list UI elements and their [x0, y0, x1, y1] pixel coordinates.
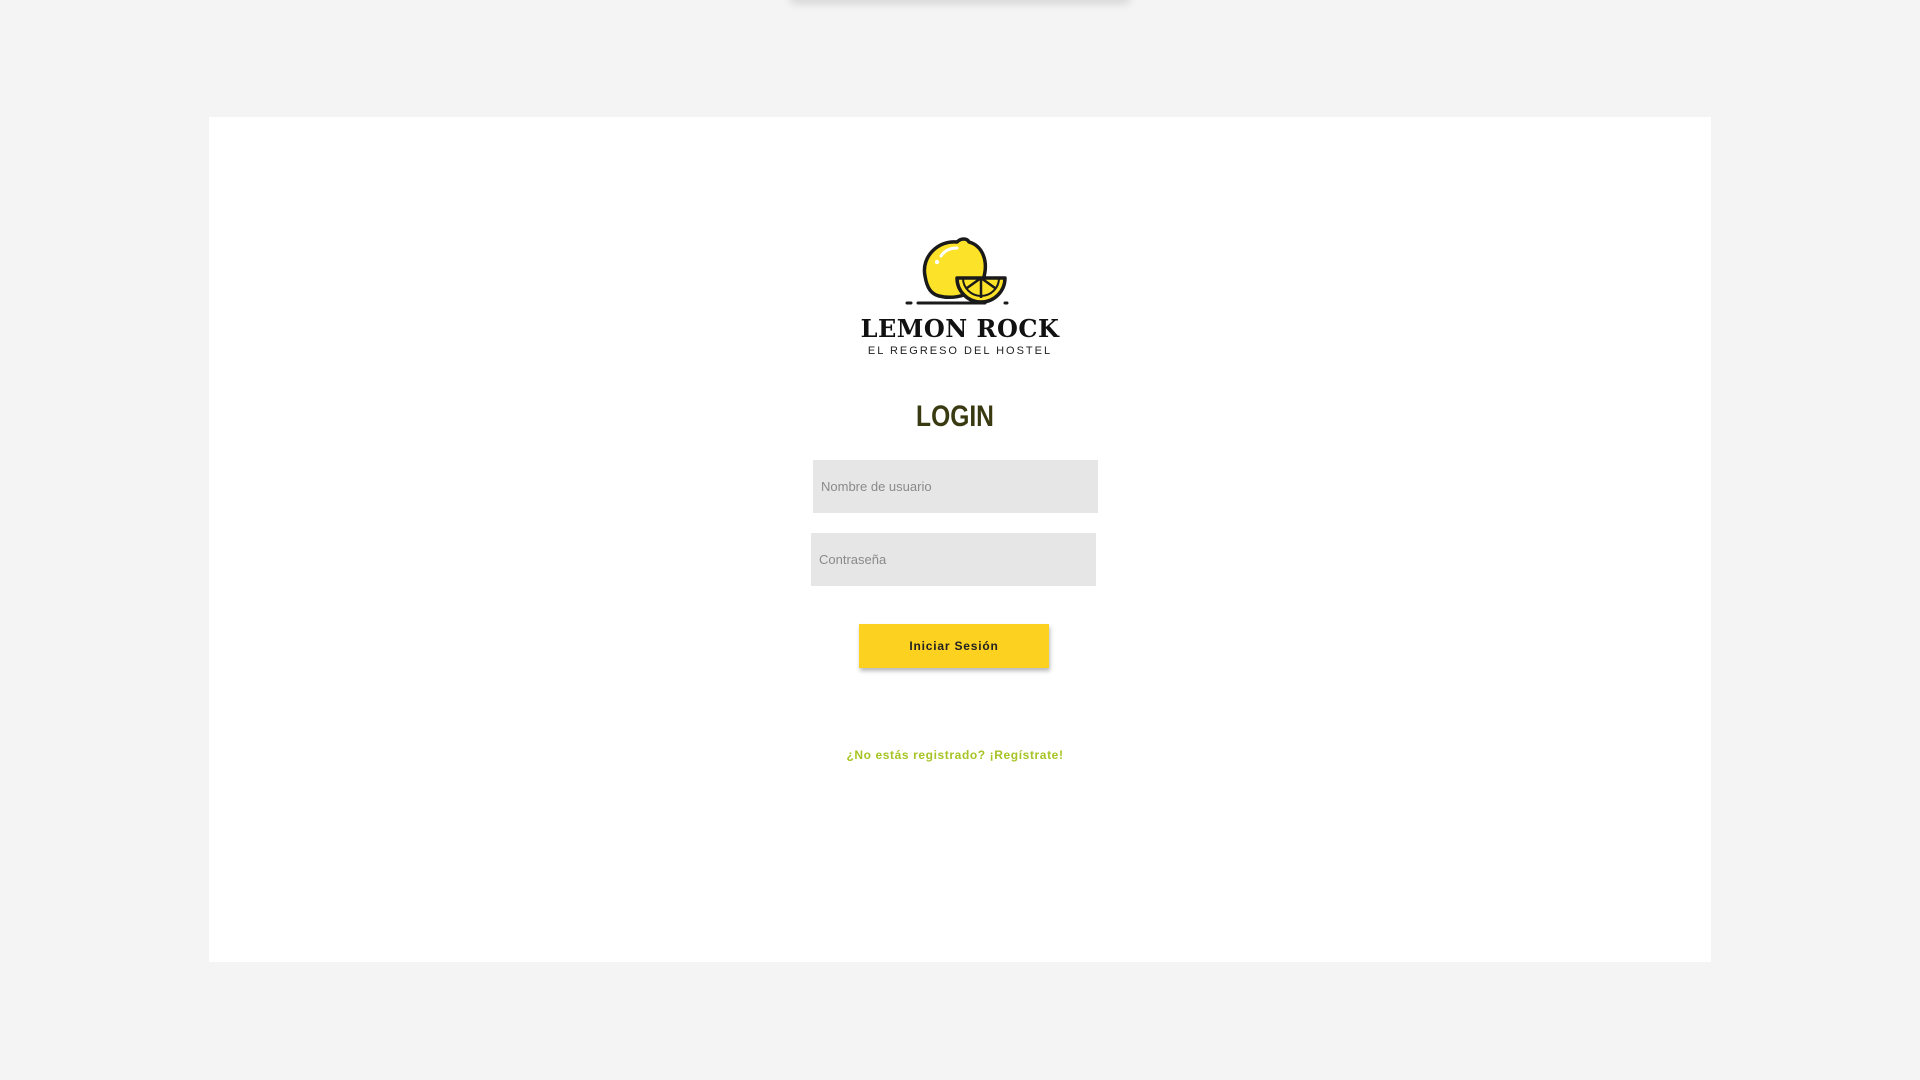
password-input[interactable] [811, 533, 1096, 586]
brand-name: LEMON ROCK [860, 314, 1060, 343]
lemon-slice-icon [955, 276, 1007, 304]
brand-logo: LEMON ROCK EL REGRESO DEL HOSTEL [860, 230, 1060, 360]
register-link[interactable]: ¿No estás registrado? ¡Regístrate! [800, 748, 1110, 762]
page-title: LOGIN [916, 400, 994, 433]
username-input[interactable] [813, 460, 1098, 513]
login-button[interactable]: Iniciar Sesión [859, 624, 1049, 668]
brand-tagline: EL REGRESO DEL HOSTEL [867, 345, 1053, 357]
lemon-icon [905, 237, 1009, 305]
